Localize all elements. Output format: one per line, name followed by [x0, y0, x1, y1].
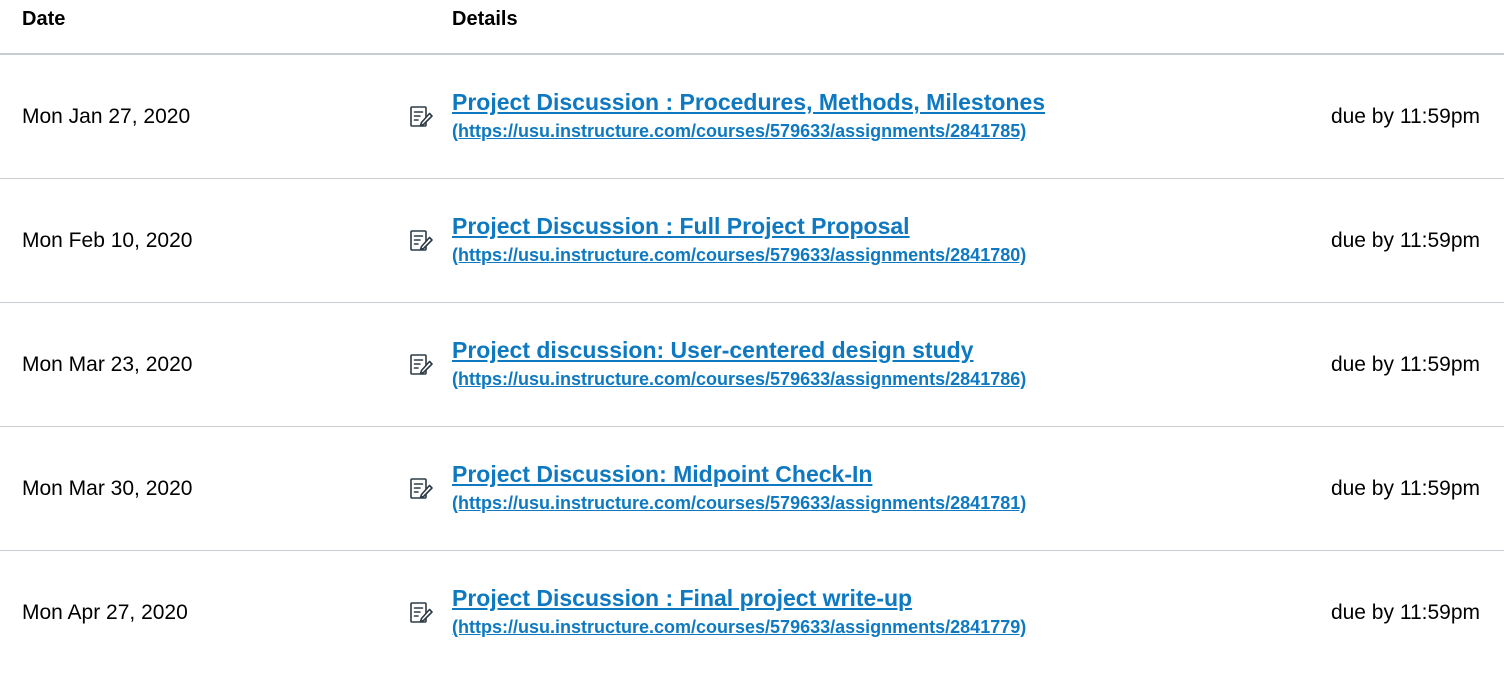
table-row: Mon Apr 27, 2020 Project Discussion : Fi…: [0, 551, 1504, 675]
row-details: Project Discussion: Midpoint Check-In (h…: [452, 460, 1264, 518]
assignment-edit-icon: [390, 476, 452, 502]
assignment-edit-icon: [390, 600, 452, 626]
row-due: due by 11:59pm: [1330, 228, 1480, 252]
row-date: Mon Mar 30, 2020: [22, 476, 193, 500]
assignment-edit-icon: [390, 352, 452, 378]
details-column-header: Details: [452, 8, 518, 30]
assignment-title-link[interactable]: Project Discussion: Midpoint Check-In: [452, 460, 1264, 488]
assignment-url-link[interactable]: (https://usu.instructure.com/courses/579…: [452, 240, 1264, 270]
table-row: Mon Mar 30, 2020 Project Discussion: Mid…: [0, 427, 1504, 551]
assignment-url-link[interactable]: (https://usu.instructure.com/courses/579…: [452, 116, 1264, 146]
date-column-header: Date: [22, 8, 66, 30]
assignment-edit-icon: [390, 228, 452, 254]
row-date: Mon Feb 10, 2020: [22, 228, 193, 252]
row-due: due by 11:59pm: [1330, 352, 1480, 376]
row-date: Mon Jan 27, 2020: [22, 104, 191, 128]
row-due: due by 11:59pm: [1330, 104, 1480, 128]
row-due: due by 11:59pm: [1330, 476, 1480, 500]
assignment-title-link[interactable]: Project Discussion : Final project write…: [452, 584, 1264, 612]
table-row: Mon Feb 10, 2020 Project Discussion : Fu…: [0, 179, 1504, 303]
assignment-url-link[interactable]: (https://usu.instructure.com/courses/579…: [452, 612, 1264, 642]
assignment-url-link[interactable]: (https://usu.instructure.com/courses/579…: [452, 364, 1264, 394]
row-date: Mon Apr 27, 2020: [22, 601, 188, 624]
row-due: due by 11:59pm: [1330, 601, 1480, 624]
assignment-url-link[interactable]: (https://usu.instructure.com/courses/579…: [452, 488, 1264, 518]
row-details: Project Discussion : Final project write…: [452, 584, 1264, 642]
assignment-title-link[interactable]: Project Discussion : Procedures, Methods…: [452, 88, 1264, 116]
table-row: Mon Mar 23, 2020 Project discussion: Use…: [0, 303, 1504, 427]
table-header: Date Details: [0, 0, 1504, 55]
row-date: Mon Mar 23, 2020: [22, 352, 193, 376]
row-details: Project discussion: User-centered design…: [452, 336, 1264, 394]
assignment-edit-icon: [390, 104, 452, 130]
assignment-title-link[interactable]: Project discussion: User-centered design…: [452, 336, 1264, 364]
row-details: Project Discussion : Procedures, Methods…: [452, 88, 1264, 146]
assignment-title-link[interactable]: Project Discussion : Full Project Propos…: [452, 212, 1264, 240]
table-row: Mon Jan 27, 2020 Project Discussion : Pr…: [0, 55, 1504, 179]
syllabus-table: Date Details Mon Jan 27, 2020 Project Di…: [0, 0, 1504, 675]
row-details: Project Discussion : Full Project Propos…: [452, 212, 1264, 270]
